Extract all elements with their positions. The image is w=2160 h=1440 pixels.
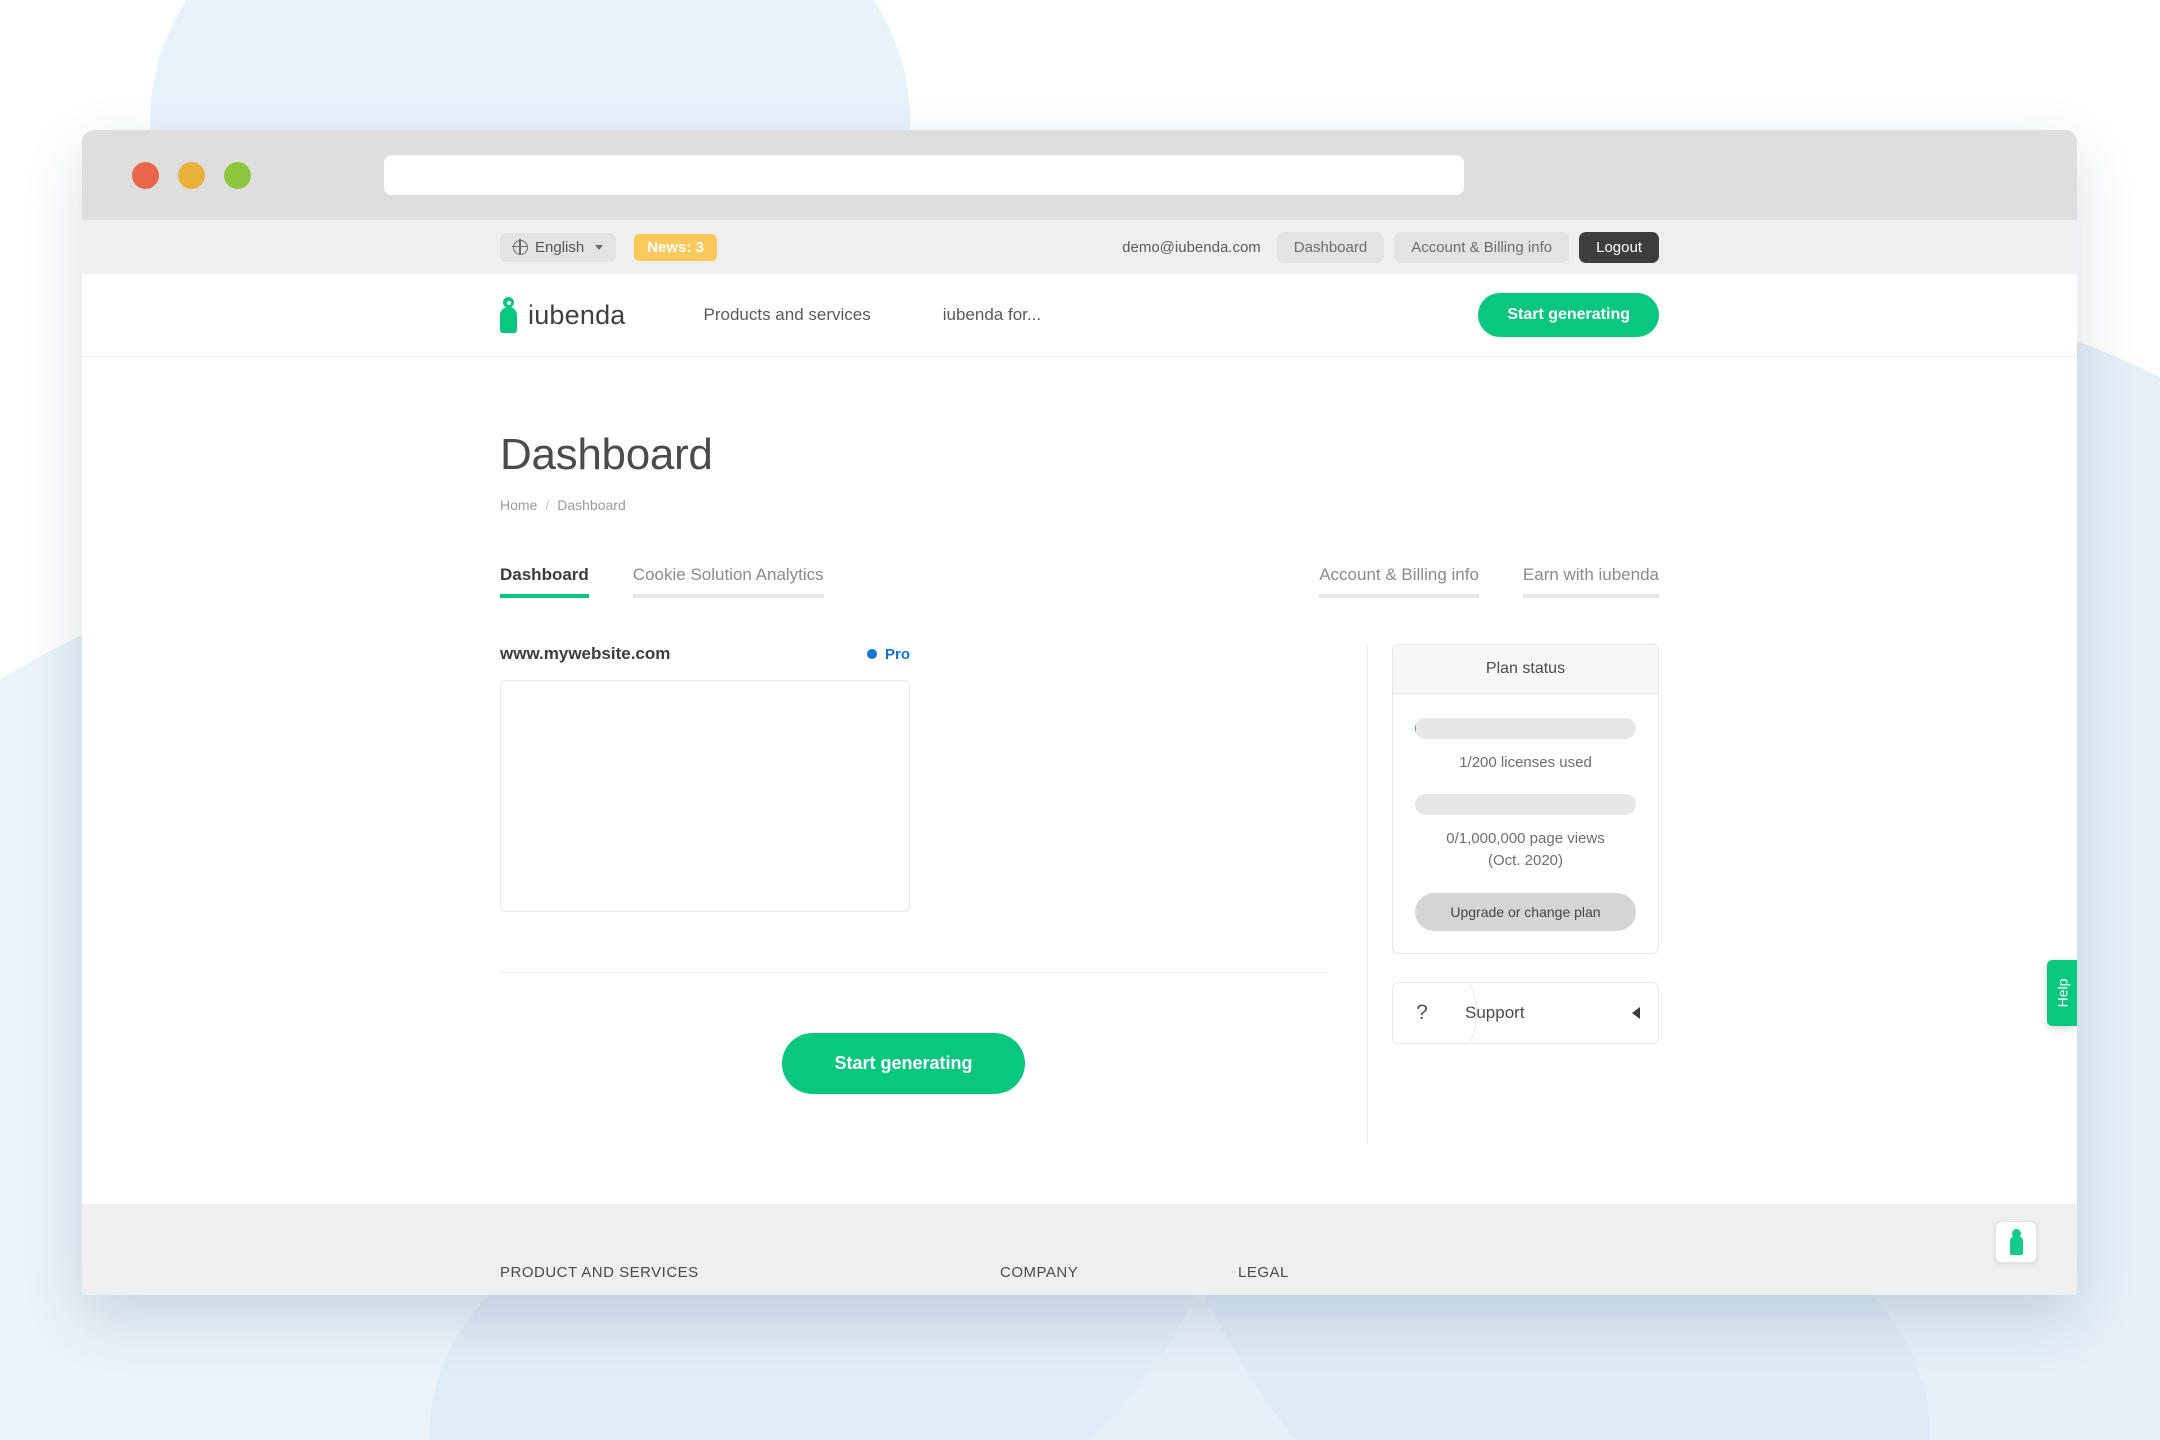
tab-dashboard[interactable]: Dashboard (500, 565, 589, 598)
tab-cookie-solution-analytics[interactable]: Cookie Solution Analytics (632, 565, 824, 598)
site-content-box (500, 680, 910, 912)
plan-status-heading: Plan status (1393, 645, 1658, 694)
pageviews-label-group: 0/1,000,000 page views (Oct. 2020) (1415, 828, 1636, 872)
url-input[interactable] (384, 155, 1464, 195)
utility-bar: English News: 3 demo@iubenda.com Dashboa… (82, 220, 2077, 274)
page-title: Dashboard (500, 430, 713, 479)
dashboard-grid: www.mywebsite.com Pro Start generating P… (500, 644, 1659, 1144)
help-tab-label: Help (2053, 978, 2070, 1008)
footer-column-legal: LEGAL Privacy Policy Terms and Condition… (1238, 1264, 1498, 1295)
close-window-icon[interactable] (132, 161, 159, 189)
footer-column-products: PRODUCT AND SERVICES Compliance for webs… (500, 1264, 1000, 1295)
licenses-progress-fill (1415, 718, 1417, 739)
breadcrumb-current: Dashboard (557, 497, 626, 513)
maximize-window-icon[interactable] (224, 161, 251, 189)
caret-left-icon[interactable] (1632, 1007, 1640, 1020)
user-email: demo@iubenda.com (1122, 238, 1261, 256)
main-navigation: iubenda Products and services iubenda fo… (82, 274, 2077, 357)
footer-products-heading: PRODUCT AND SERVICES (500, 1264, 699, 1281)
tab-account-billing-info[interactable]: Account & Billing info (1319, 565, 1479, 598)
window-controls[interactable] (132, 161, 251, 189)
pageviews-label: 0/1,000,000 page views (1446, 829, 1605, 847)
breadcrumb: Home / Dashboard (500, 497, 1659, 513)
news-badge[interactable]: News: 3 (634, 233, 717, 261)
browser-window: English News: 3 demo@iubenda.com Dashboa… (82, 130, 2077, 1295)
support-divider (1437, 983, 1477, 1044)
licenses-progress-bar (1415, 718, 1636, 739)
chevron-down-icon (595, 244, 604, 250)
nav-start-generating-button[interactable]: Start generating (1478, 293, 1659, 337)
cta-area: Start generating (500, 1033, 1327, 1094)
breadcrumb-home[interactable]: Home (500, 497, 537, 513)
help-tab-button[interactable]: Help (2047, 960, 2077, 1026)
iubenda-logo-icon (500, 297, 517, 333)
status-dot-icon (866, 649, 877, 659)
tab-bar-right: Account & Billing info Earn with iubenda (1275, 565, 1660, 598)
licenses-used-label: 1/200 licenses used (1459, 754, 1592, 771)
tab-earn-with-iubenda[interactable]: Earn with iubenda (1522, 565, 1660, 598)
globe-icon (512, 238, 528, 255)
language-label: English (535, 238, 585, 256)
utility-bar-right: demo@iubenda.com Dashboard Account & Bil… (1122, 231, 1659, 263)
nav-link-products[interactable]: Products and services (704, 305, 871, 325)
content-divider (500, 972, 1328, 973)
browser-chrome (82, 130, 2077, 220)
support-card[interactable]: ? Support (1392, 982, 1659, 1045)
footer-legal-heading: LEGAL (1238, 1264, 1289, 1281)
iubenda-badge-icon (2009, 1229, 2023, 1255)
status-badge: Pro (866, 645, 910, 663)
language-selector[interactable]: English (500, 232, 617, 262)
site-url[interactable]: www.mywebsite.com (500, 644, 670, 664)
main-content: Dashboard Home / Dashboard Dashboard Coo… (82, 357, 2077, 1144)
logout-button[interactable]: Logout (1579, 231, 1659, 263)
site-footer: PRODUCT AND SERVICES Compliance for webs… (82, 1204, 2077, 1295)
nav-links: Products and services iubenda for... (704, 305, 1114, 325)
plan-status-body: 1/200 licenses used 0/1,000,000 page vie… (1393, 694, 1658, 953)
dashboard-side-column: Plan status 1/200 licenses used 0/1,000,… (1368, 644, 1659, 1144)
nav-link-iubenda-for[interactable]: iubenda for... (943, 305, 1041, 325)
upgrade-plan-button[interactable]: Upgrade or change plan (1415, 893, 1636, 932)
page-viewport: English News: 3 demo@iubenda.com Dashboa… (82, 220, 2077, 1295)
minimize-window-icon[interactable] (178, 161, 205, 189)
dashboard-main-column: www.mywebsite.com Pro Start generating (500, 644, 1368, 1144)
breadcrumb-separator: / (545, 497, 550, 513)
tab-bar: Dashboard Cookie Solution Analytics Acco… (500, 565, 1660, 598)
pageviews-period: (Oct. 2020) (1487, 851, 1564, 869)
topbar-account-billing-button[interactable]: Account & Billing info (1394, 231, 1570, 263)
plan-status-card: Plan status 1/200 licenses used 0/1,000,… (1392, 644, 1659, 955)
footer-columns: PRODUCT AND SERVICES Compliance for webs… (500, 1264, 1659, 1295)
footer-company-heading: COMPANY (1000, 1264, 1079, 1281)
start-generating-button[interactable]: Start generating (782, 1033, 1025, 1094)
topbar-dashboard-button[interactable]: Dashboard (1276, 231, 1385, 263)
plan-badge-label: Pro (884, 645, 910, 663)
pageviews-progress-bar (1415, 793, 1636, 815)
footer-column-company: COMPANY Work with us Blog Get certified … (1000, 1264, 1238, 1295)
iubenda-floating-badge[interactable] (1995, 1221, 2037, 1263)
brand-name: iubenda (528, 299, 626, 330)
brand-logo[interactable]: iubenda (500, 297, 626, 333)
site-header: www.mywebsite.com Pro (500, 644, 910, 664)
